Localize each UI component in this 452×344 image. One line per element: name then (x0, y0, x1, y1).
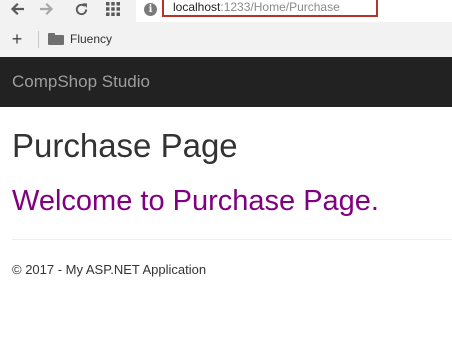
url-host: localhost (173, 0, 221, 14)
add-bookmark-button[interactable]: + (9, 30, 25, 48)
bookmarks-divider (38, 31, 39, 48)
reload-icon[interactable] (72, 0, 90, 18)
apps-grid-icon[interactable] (104, 0, 122, 18)
bookmark-label: Fluency (70, 32, 113, 46)
page-title: Purchase Page (12, 127, 238, 164)
url-field[interactable]: localhost:1233/Home/Purchase (162, 0, 378, 17)
welcome-message: Welcome to Purchase Page. (12, 185, 379, 217)
brand-link[interactable]: CompShop Studio (12, 72, 150, 92)
browser-toolbar: i localhost:1233/Home/Purchase (0, 0, 452, 23)
footer-text: © 2017 - My ASP.NET Application (12, 262, 207, 277)
back-arrow-icon[interactable] (8, 0, 26, 18)
forward-arrow-icon[interactable] (38, 0, 56, 18)
footer-divider (12, 239, 452, 240)
folder-icon (48, 33, 64, 45)
address-bar[interactable]: i localhost:1233/Home/Purchase (136, 0, 452, 23)
site-navbar: CompShop Studio (0, 57, 452, 107)
bookmarks-bar: + Fluency (0, 22, 452, 57)
url-path: :1233/Home/Purchase (220, 0, 340, 14)
bookmark-folder-fluency[interactable]: Fluency (48, 30, 112, 48)
site-info-icon[interactable]: i (144, 3, 157, 16)
